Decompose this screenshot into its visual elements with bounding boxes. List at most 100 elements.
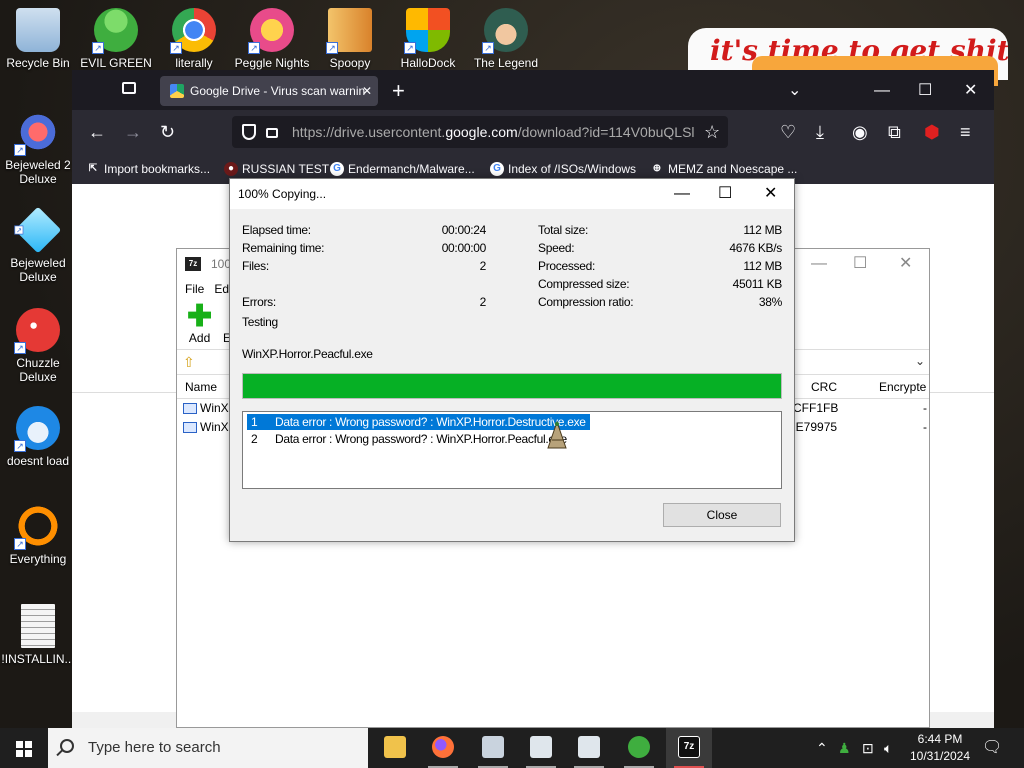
folder-up-icon[interactable]: ⇧ <box>183 354 195 371</box>
maximize-icon[interactable]: ☐ <box>853 249 867 279</box>
search-placeholder: Type here to search <box>88 739 221 756</box>
close-icon[interactable]: ✕ <box>964 76 977 106</box>
menu-icon[interactable]: ≡ <box>960 118 971 146</box>
new-tab-icon[interactable]: + <box>392 76 405 106</box>
file-encrypted: - <box>923 401 927 415</box>
bookmark-import[interactable]: ⇱ Import bookmarks... <box>86 160 210 178</box>
taskbar-evil-green[interactable] <box>616 728 662 768</box>
windows-shield-icon: ↗ <box>404 8 450 54</box>
tracking-protection-icon[interactable] <box>242 124 256 140</box>
desktop-icon-spoopy[interactable]: ↗ Spoopy <box>312 8 388 70</box>
taskbar-app-3[interactable] <box>566 728 612 768</box>
total-size-value: 112 MB <box>743 223 782 237</box>
close-icon[interactable]: ✕ <box>764 179 777 209</box>
error-message-list[interactable]: 1 Data error : Wrong password? : WinXP.Ho… <box>242 411 782 489</box>
desktop-icon-label: EVIL GREEN <box>80 56 152 70</box>
minimize-icon[interactable]: — <box>674 179 690 209</box>
bookmark-index-isos[interactable]: G Index of /ISOs/Windows <box>490 160 636 178</box>
taskbar-firefox[interactable] <box>420 728 466 768</box>
globe-icon: ⊕ <box>652 163 662 174</box>
show-hidden-icons[interactable]: ⌃ <box>816 728 828 768</box>
desktop-icon-recycle-bin[interactable]: Recycle Bin <box>0 8 76 70</box>
firefox-view-icon[interactable] <box>122 82 136 94</box>
taskbar-search[interactable]: Type here to search <box>48 728 368 768</box>
pocket-icon[interactable]: ♡ <box>780 118 796 146</box>
bookmark-label: MEMZ and Noescape ... <box>668 162 798 176</box>
taskbar: Type here to search 7z ⌃ ♟ ⊡ 🔈︎ 6:44 PM … <box>0 728 1024 768</box>
desktop-icon-label: Spoopy <box>329 56 371 70</box>
taskbar-app-1[interactable] <box>470 728 516 768</box>
character-icon: ↗ <box>482 8 528 54</box>
column-encrypted[interactable]: Encrypte <box>879 375 926 399</box>
desktop-icon-the-legend[interactable]: ↗ The Legend <box>468 8 544 70</box>
downloads-icon[interactable]: ⤓ <box>816 118 824 146</box>
lock-icon[interactable] <box>266 128 278 138</box>
desktop-icon-label: Bejeweled 2 Deluxe <box>5 158 71 186</box>
taskbar-app-2[interactable] <box>518 728 564 768</box>
column-name[interactable]: Name <box>185 375 217 399</box>
desktop-icon-bejeweled-2[interactable]: ↗ Bejeweled 2 Deluxe <box>0 110 76 186</box>
list-tabs-icon[interactable]: ⌄ <box>788 76 801 106</box>
extensions-icon[interactable]: ⧉ <box>888 118 901 146</box>
minimize-icon[interactable]: — <box>874 76 890 106</box>
desktop-icon-peggle-nights[interactable]: ↗ Peggle Nights <box>234 8 310 70</box>
column-crc[interactable]: CRC <box>811 375 837 399</box>
notifications-icon[interactable]: 🗨︎ <box>982 728 1002 768</box>
menu-edit[interactable]: Ed <box>214 282 229 296</box>
copying-dialog: 100% Copying... — ☐ ✕ Elapsed time: 00:0… <box>229 178 795 542</box>
files-value: 2 <box>479 259 487 273</box>
close-button[interactable]: Close <box>663 503 781 527</box>
desktop-icon-literally[interactable]: ↗ literally <box>156 8 232 70</box>
minimize-icon[interactable]: — <box>811 249 827 279</box>
close-tab-icon[interactable]: ✕ <box>362 76 372 106</box>
add-button[interactable]: ✚ Add <box>187 302 212 346</box>
windows-logo-tile <box>25 741 32 748</box>
tab-google-drive[interactable]: Google Drive - Virus scan warnin ✕ <box>160 76 378 106</box>
window-icon <box>482 736 504 758</box>
bookmark-russian-test[interactable]: ● RUSSIAN TEST <box>224 160 329 178</box>
file-crc: 2E79975 <box>789 420 838 434</box>
bookmark-star-icon[interactable]: ☆ <box>704 118 720 146</box>
taskbar-file-explorer[interactable] <box>372 728 418 768</box>
search-icon <box>60 739 74 753</box>
url-bar[interactable]: https://drive.usercontent.google.com/dow… <box>232 116 728 148</box>
bookmark-memz[interactable]: ⊕ MEMZ and Noescape ... <box>650 160 798 178</box>
desktop-icon-label: The Legend <box>473 56 539 70</box>
back-icon[interactable]: ← <box>88 118 106 146</box>
account-icon[interactable]: ◉ <box>852 118 868 146</box>
forward-icon[interactable]: → <box>124 118 142 146</box>
desktop-icon-everything[interactable]: ↗ Everything <box>0 504 76 566</box>
taskbar-clock[interactable]: 6:44 PM 10/31/2024 <box>906 731 974 765</box>
desktop-icon-hallodock[interactable]: ↗ HalloDock <box>390 8 466 70</box>
file-encrypted: - <box>923 420 927 434</box>
chrome-icon: ↗ <box>170 8 216 54</box>
menu-file[interactable]: File <box>185 282 204 296</box>
list-item[interactable]: 2 Data error : Wrong password? : WinXP.Ho… <box>247 431 571 447</box>
current-file-name: WinXP.Horror.Peacful.exe <box>242 347 373 361</box>
network-icon[interactable]: ⊡ <box>862 728 874 768</box>
desktop-icon-installing[interactable]: !INSTALLIN... <box>0 604 76 666</box>
taskbar-7zip[interactable]: 7z <box>666 728 712 768</box>
desktop-icon-doesnt-load[interactable]: ↗ doesnt load <box>0 406 76 468</box>
maximize-icon[interactable]: ☐ <box>918 76 932 106</box>
desktop-icon-bejeweled[interactable]: ↗ Bejeweled Deluxe <box>0 206 76 284</box>
tab-title: Google Drive - Virus scan warnin <box>190 84 366 98</box>
desktop-icon-chuzzle[interactable]: ↗ Chuzzle Deluxe <box>0 308 76 384</box>
desktop-icon-label: Bejeweled Deluxe <box>10 256 66 284</box>
ublock-origin-icon[interactable]: ⬢ <box>924 118 940 146</box>
chevron-down-icon[interactable]: ⌄ <box>915 354 925 368</box>
desktop-icon-evil-green[interactable]: ↗ EVIL GREEN <box>78 8 154 70</box>
maximize-icon[interactable]: ☐ <box>718 179 732 209</box>
message-text: Data error : Wrong password? : WinXP.Hor… <box>275 415 586 429</box>
bookmark-endermanch[interactable]: G Endermanch/Malware... <box>330 160 475 178</box>
files-label: Files: <box>242 259 269 273</box>
volume-icon[interactable]: 🔈︎ <box>884 728 892 768</box>
tray-buddy-icon[interactable]: ♟ <box>838 728 851 768</box>
add-label: Add <box>188 331 211 345</box>
start-button[interactable] <box>0 728 48 768</box>
total-size-label: Total size: <box>538 223 589 237</box>
reload-icon[interactable]: ↻ <box>160 118 175 146</box>
list-item[interactable]: 1 Data error : Wrong password? : WinXP.Ho… <box>247 414 590 430</box>
windows-logo-icon <box>16 741 23 748</box>
close-icon[interactable]: ✕ <box>899 249 912 279</box>
